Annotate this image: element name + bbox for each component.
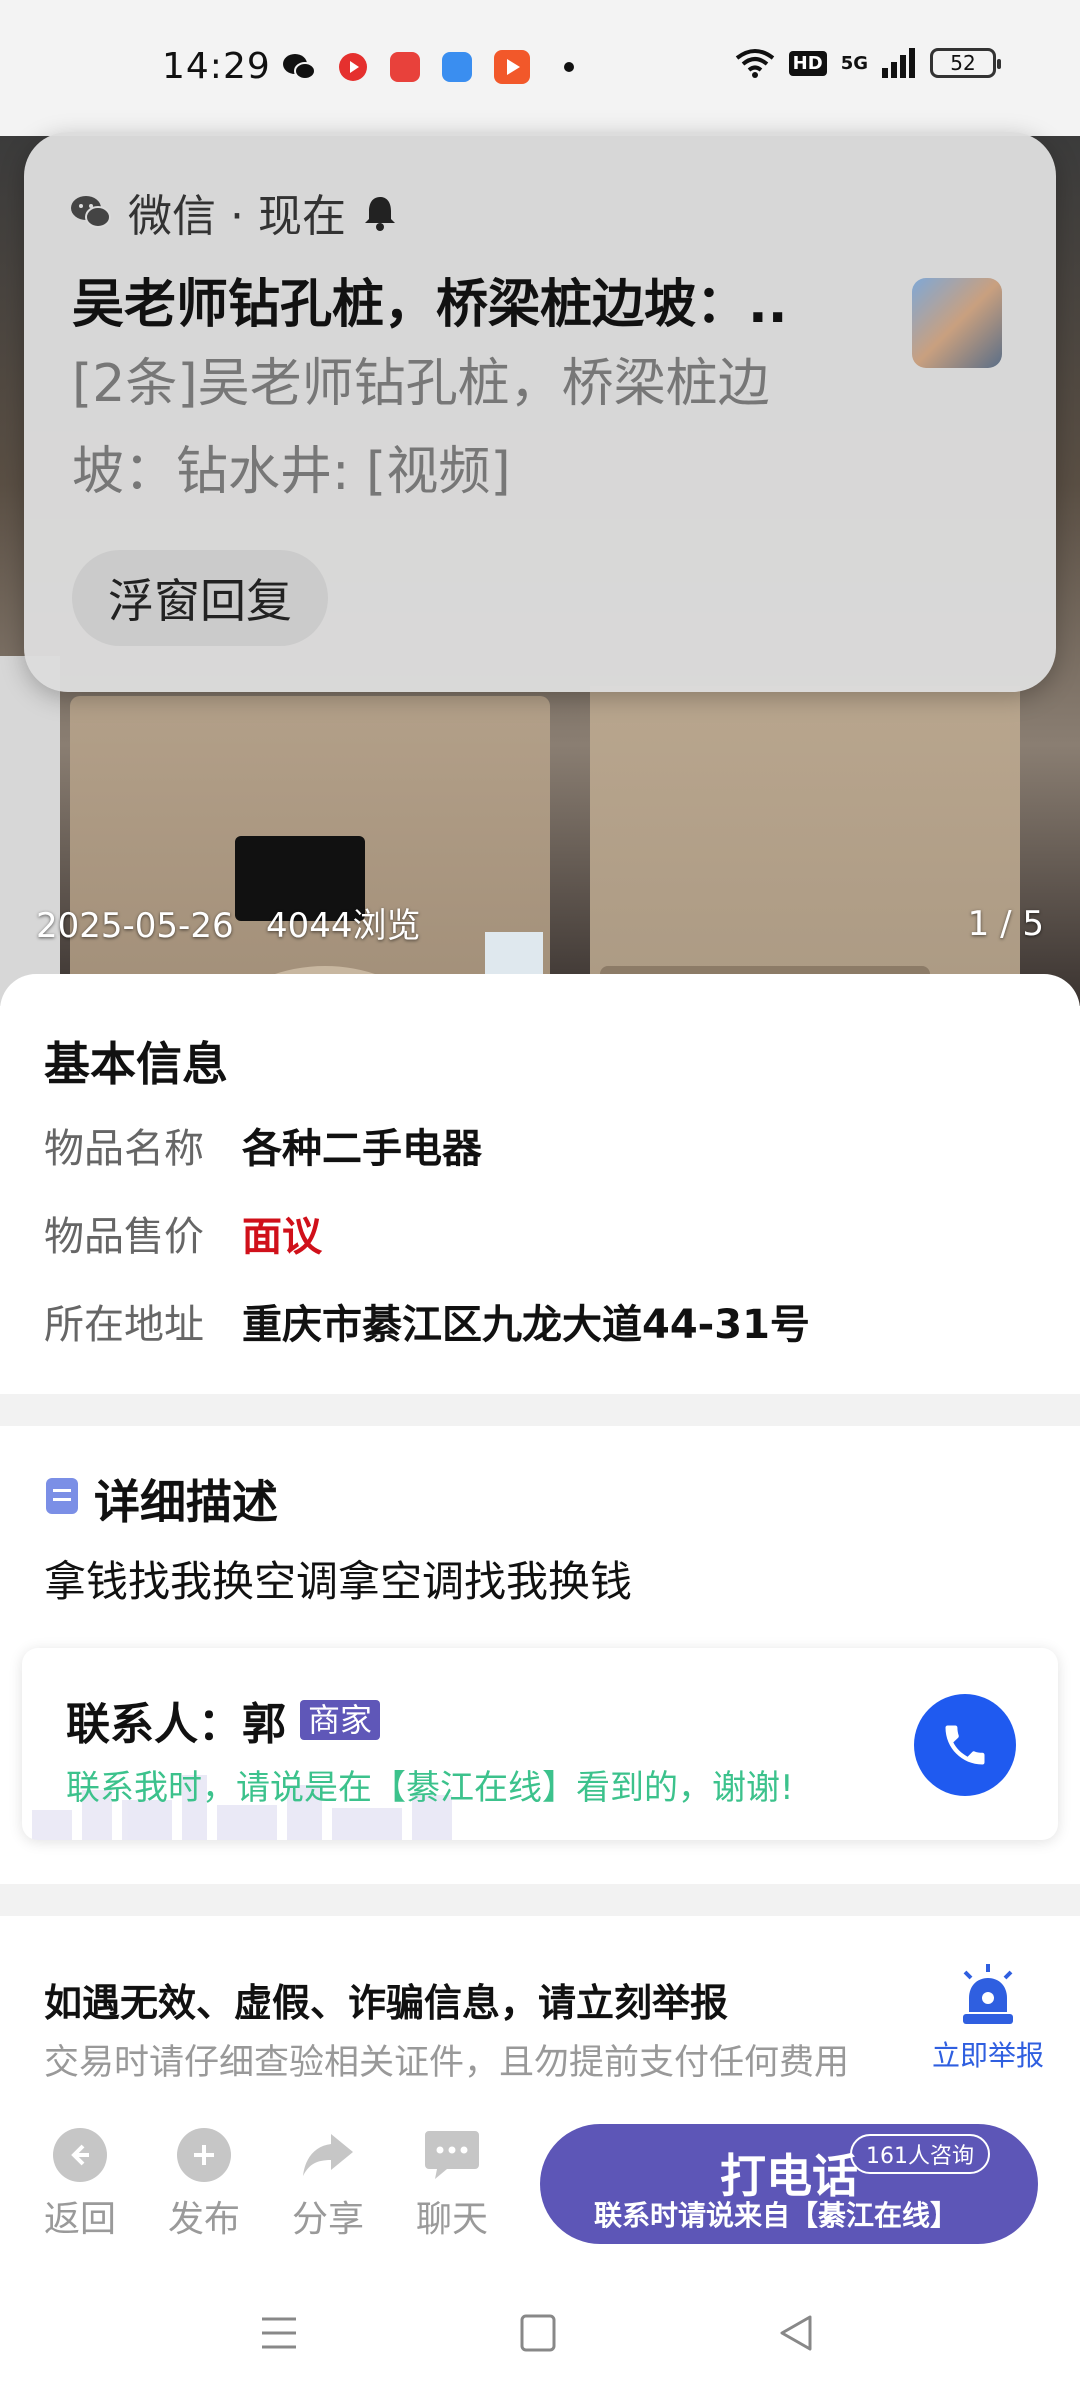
- report-button[interactable]: 立即举报: [928, 1962, 1048, 2074]
- item-name-value: 各种二手电器: [242, 1126, 482, 1172]
- system-nav-bar: [0, 2250, 1080, 2400]
- notification-header: 微信 · 现在: [70, 180, 398, 244]
- make-call-subtitle: 联系时请说来自【綦江在线】: [594, 2199, 959, 2232]
- post-date: 2025-05-26: [36, 906, 234, 946]
- more-notifications-dot: [564, 62, 574, 72]
- post-meta: 2025-05-26 4044浏览: [36, 898, 421, 947]
- wechat-icon: [71, 196, 111, 228]
- share-icon: [301, 2128, 355, 2182]
- wechat-notification[interactable]: 微信 · 现在 吴老师钻孔桩，桥梁桩边坡：.. [2条]吴老师钻孔桩，桥梁桩边坡…: [24, 132, 1056, 692]
- nav-publish-label: 发布: [167, 2199, 240, 2240]
- address-row: 所在地址 重庆市綦江区九龙大道44-31号: [44, 1292, 810, 1350]
- contact-name: 联系人：郭 商家: [66, 1688, 381, 1752]
- red-app-icon: [339, 53, 367, 81]
- item-name-row: 物品名称 各种二手电器: [44, 1116, 482, 1174]
- status-bar: 14:29 HD 5G 52: [0, 0, 1080, 136]
- back-triangle-icon[interactable]: [778, 2314, 814, 2352]
- wechat-icon: [283, 54, 316, 80]
- image-counter: 1 / 5: [967, 904, 1044, 944]
- hd-badge: HD: [788, 50, 827, 76]
- toutiao-icon: [390, 52, 420, 82]
- address-label: 所在地址: [44, 1302, 204, 1348]
- section-divider: [0, 1884, 1080, 1916]
- item-price-value: 面议: [242, 1214, 322, 1260]
- video-app-icon: [494, 50, 530, 84]
- washing-machine-image: [70, 696, 550, 1006]
- basic-info-title: 基本信息: [44, 1037, 228, 1091]
- description-text: 拿钱找我换空调拿空调找我换钱: [44, 1557, 633, 1606]
- notification-body: [2条]吴老师钻孔桩，桥梁桩边坡：钻水井: [视频]: [72, 354, 770, 502]
- nav-share[interactable]: 分享: [278, 2128, 378, 2242]
- report-button-label: 立即举报: [931, 2039, 1044, 2072]
- merchant-badge: 商家: [300, 1700, 381, 1740]
- plus-icon: [177, 2128, 231, 2182]
- section-divider: [0, 1394, 1080, 1426]
- nav-back-label: 返回: [43, 2199, 116, 2240]
- make-call-button[interactable]: 打电话 161人咨询 联系时请说来自【綦江在线】: [540, 2124, 1038, 2244]
- nav-publish[interactable]: 发布: [154, 2128, 254, 2242]
- alarm-siren-icon: [963, 1964, 1013, 2024]
- network-type: 5G: [840, 52, 868, 74]
- contact-hint: 联系我时，请说是在【綦江在线】看到的，谢谢!: [66, 1768, 794, 1808]
- floating-reply-button[interactable]: 浮窗回复: [72, 550, 328, 646]
- nav-back[interactable]: 返回: [30, 2128, 130, 2242]
- signal-icon: [882, 48, 915, 78]
- report-title: 如遇无效、虚假、诈骗信息，请立刻举报: [44, 1981, 729, 2025]
- back-arrow-icon: [53, 2128, 107, 2182]
- status-app-icons: [282, 50, 574, 84]
- nav-chat[interactable]: 聊天: [402, 2128, 502, 2242]
- contact-card: 联系人：郭 商家 联系我时，请说是在【綦江在线】看到的，谢谢!: [22, 1648, 1058, 1840]
- status-time: 14:29: [162, 46, 271, 87]
- notification-thumbnail: [912, 278, 1002, 368]
- basic-info-card: 基本信息 物品名称 各种二手电器 物品售价 面议 所在地址 重庆市綦江区九龙大道…: [0, 974, 1080, 1394]
- battery-icon: 52: [930, 48, 1001, 78]
- phone-icon: [945, 1725, 985, 1765]
- nav-chat-label: 聊天: [415, 2199, 488, 2240]
- document-icon: [46, 1478, 78, 1514]
- notification-app-name: 微信 · 现在: [128, 191, 346, 242]
- call-button[interactable]: [914, 1694, 1016, 1796]
- home-icon[interactable]: [520, 2314, 556, 2352]
- chat-icon: [423, 2128, 481, 2182]
- bell-icon: [364, 197, 395, 231]
- report-subtitle: 交易时请仔细查验相关证件，且勿提前支付任何费用: [44, 2043, 850, 2083]
- item-price-row: 物品售价 面议: [44, 1204, 322, 1262]
- menu-icon[interactable]: [260, 2316, 298, 2350]
- wifi-icon: [735, 49, 774, 78]
- description-title: 详细描述: [94, 1475, 278, 1529]
- refrigerator-image: [590, 686, 1020, 1006]
- notification-title: 吴老师钻孔桩，桥梁桩边坡：..: [72, 275, 788, 335]
- item-name-label: 物品名称: [44, 1126, 204, 1172]
- view-count: 4044浏览: [266, 906, 421, 946]
- status-indicators: HD 5G 52: [735, 48, 1001, 78]
- appliance-image-left: [0, 656, 60, 1006]
- inquiry-count: 161人咨询: [850, 2134, 990, 2174]
- item-price-label: 物品售价: [44, 1214, 204, 1260]
- nav-share-label: 分享: [291, 2199, 364, 2240]
- address-value: 重庆市綦江区九龙大道44-31号: [242, 1302, 810, 1348]
- blue-app-icon: [442, 52, 472, 82]
- contact-label: 联系人：郭: [66, 1699, 286, 1750]
